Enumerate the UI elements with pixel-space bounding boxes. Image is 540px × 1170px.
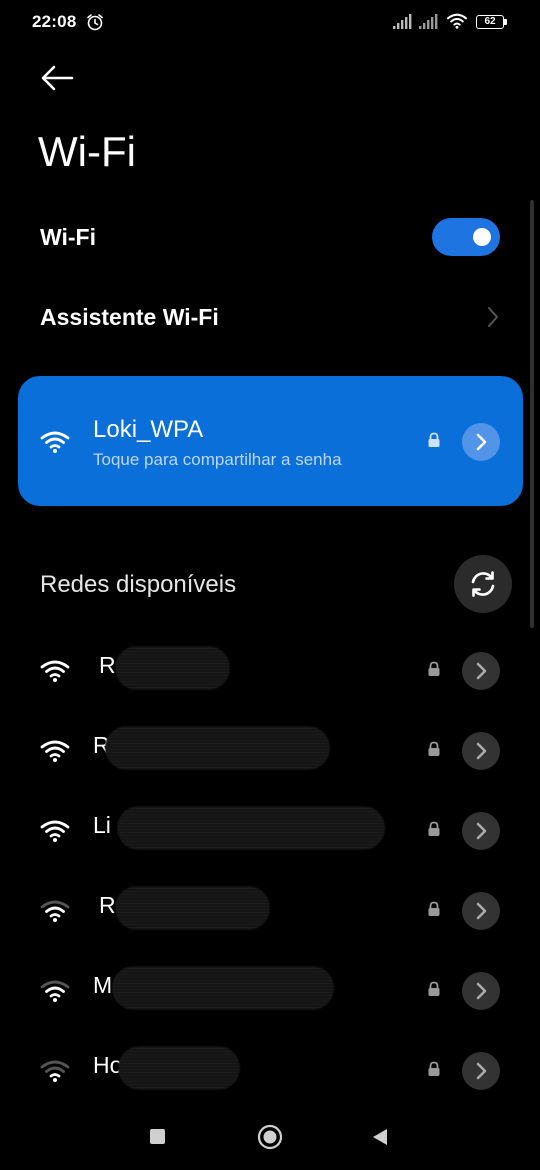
toggle-knob xyxy=(473,228,491,246)
wifi-full-icon xyxy=(40,740,70,762)
redacted-name xyxy=(117,806,385,850)
network-row[interactable]: M xyxy=(0,956,540,1036)
network-name: R xyxy=(99,892,116,918)
wifi-toggle-label: Wi-Fi xyxy=(40,224,96,250)
network-row[interactable]: Ho xyxy=(0,1036,540,1116)
network-row[interactable]: R xyxy=(0,876,540,956)
wifi-status-icon xyxy=(447,13,467,29)
wifi-toggle[interactable] xyxy=(432,218,500,256)
nav-back-button[interactable] xyxy=(371,1128,389,1146)
lock-icon xyxy=(428,901,440,916)
wifi-full-icon xyxy=(40,820,70,842)
lock-icon xyxy=(428,661,440,676)
redacted-name xyxy=(115,646,230,690)
network-details-button[interactable] xyxy=(462,972,500,1010)
network-name: M xyxy=(93,972,113,998)
network-row[interactable]: R xyxy=(0,716,540,796)
lock-icon xyxy=(428,741,440,756)
chevron-right-icon xyxy=(476,822,487,840)
wifi-full-icon xyxy=(40,660,70,682)
recents-button[interactable] xyxy=(150,1129,165,1144)
chevron-right-icon xyxy=(488,307,498,327)
network-row[interactable]: Li xyxy=(0,796,540,876)
redacted-name xyxy=(118,1046,240,1090)
page-title: Wi-Fi xyxy=(38,128,136,175)
wifi-medium-icon xyxy=(40,900,70,922)
network-details-button[interactable] xyxy=(462,1052,500,1090)
lock-icon xyxy=(428,1061,440,1076)
network-details-button[interactable] xyxy=(462,732,500,770)
network-details-button[interactable] xyxy=(462,892,500,930)
redacted-name xyxy=(105,726,330,770)
chevron-right-icon xyxy=(476,902,487,920)
refresh-icon xyxy=(471,571,495,597)
battery-indicator: 62 xyxy=(476,15,504,29)
refresh-button[interactable] xyxy=(454,555,512,613)
chevron-right-icon xyxy=(476,982,487,1000)
back-button[interactable] xyxy=(38,60,78,96)
chevron-right-icon xyxy=(476,1062,487,1080)
network-details-button[interactable] xyxy=(462,812,500,850)
scrollbar[interactable] xyxy=(530,200,534,628)
wifi-full-icon xyxy=(40,431,70,453)
redacted-name xyxy=(115,886,270,930)
network-name: Li xyxy=(93,812,111,838)
chevron-right-icon xyxy=(476,742,487,760)
status-time: 22:08 xyxy=(32,12,77,31)
redacted-name xyxy=(112,966,334,1010)
chevron-right-icon xyxy=(476,662,487,680)
connected-network-subtitle: Toque para compartilhar a senha xyxy=(93,450,342,469)
lock-icon xyxy=(428,981,440,996)
connected-network-name: Loki_WPA xyxy=(93,416,204,443)
wifi-assistant-label: Assistente Wi-Fi xyxy=(40,304,219,330)
wifi-medium-icon xyxy=(40,980,70,1002)
network-row[interactable]: R xyxy=(0,636,540,716)
connected-network-details-button[interactable] xyxy=(462,423,500,461)
battery-tip xyxy=(504,19,507,25)
cell-signal-icon xyxy=(393,14,412,29)
alarm-icon xyxy=(87,14,103,31)
available-networks-title: Redes disponíveis xyxy=(40,571,237,598)
chevron-right-icon xyxy=(476,433,487,451)
lock-icon xyxy=(428,821,440,836)
wifi-low-icon xyxy=(40,1060,70,1082)
network-name: R xyxy=(99,652,116,678)
network-details-button[interactable] xyxy=(462,652,500,690)
cell-signal-icon xyxy=(419,14,438,29)
lock-icon xyxy=(428,432,440,447)
home-button[interactable] xyxy=(257,1124,283,1150)
